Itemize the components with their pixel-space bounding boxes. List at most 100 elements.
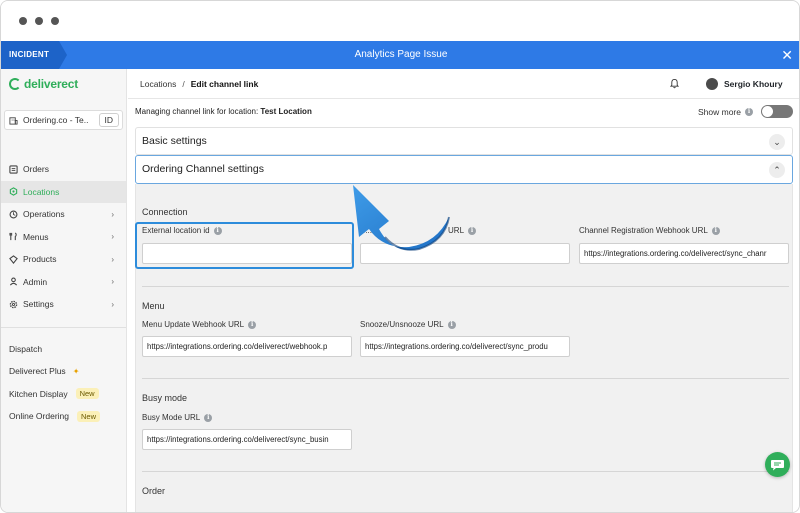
avatar: [706, 78, 718, 90]
menu-update-webhook-label: Menu Update Webhook URL i: [142, 320, 257, 329]
info-icon[interactable]: i: [711, 226, 720, 235]
window-maximize-dot[interactable]: [51, 17, 59, 25]
pointer-arrow-icon: [353, 185, 450, 251]
snooze-url-input[interactable]: [360, 336, 570, 357]
label-text: Snooze/Unsnooze URL: [360, 320, 444, 329]
busy-mode-url-input[interactable]: [142, 429, 352, 450]
sidebar-item-label: Dispatch: [9, 343, 43, 354]
sidebar-item-label: Orders: [23, 164, 49, 175]
busy-mode-url-label: Busy Mode URL i: [142, 413, 213, 422]
sidebar-item-kitchen-display[interactable]: Kitchen Display New: [1, 383, 126, 406]
sidebar-item-menus[interactable]: Menus ›: [1, 226, 126, 249]
operations-icon: [9, 210, 18, 219]
main-content: Managing channel link for location: Test…: [128, 99, 799, 512]
breadcrumb-current: Edit channel link: [190, 79, 259, 89]
sidebar-item-label: Locations: [23, 186, 60, 197]
window-minimize-dot[interactable]: [35, 17, 43, 25]
info-icon[interactable]: i: [204, 413, 213, 422]
basic-settings-title: Basic settings: [142, 135, 207, 147]
info-icon[interactable]: i: [447, 320, 456, 329]
new-badge: New: [77, 410, 101, 422]
chat-button[interactable]: [765, 452, 790, 477]
label-text: Menu Update Webhook URL: [142, 320, 245, 329]
location-selector[interactable]: Ordering.co - Te... ID: [4, 110, 123, 130]
breadcrumb-separator: /: [182, 79, 185, 89]
ordering-channel-settings-section[interactable]: Ordering Channel settings ⌃: [135, 155, 793, 184]
menus-icon: [9, 232, 17, 241]
admin-icon: [9, 277, 18, 286]
sidebar-item-label: Operations: [23, 209, 65, 220]
chevron-down-icon[interactable]: ⌄: [769, 134, 785, 150]
breadcrumb-locations-link[interactable]: Locations: [140, 79, 176, 89]
sidebar-item-dispatch[interactable]: Dispatch: [1, 338, 126, 361]
sidebar-item-label: Settings: [23, 299, 54, 310]
orders-icon: [9, 165, 18, 174]
managing-prefix: Managing channel link for location:: [135, 107, 259, 116]
chevron-up-icon[interactable]: ⌃: [769, 162, 785, 178]
sidebar-item-deliverect-plus[interactable]: Deliverect Plus ✦: [1, 360, 126, 383]
info-icon[interactable]: i: [745, 107, 753, 116]
location-icon: [9, 187, 18, 196]
sidebar-divider: [1, 316, 126, 328]
user-name: Sergio Khoury: [724, 79, 783, 89]
menu-heading: Menu: [142, 301, 165, 311]
chevron-right-icon: ›: [111, 277, 114, 287]
sidebar-item-products[interactable]: Products ›: [1, 248, 126, 271]
brand-name: deliverect: [24, 77, 79, 91]
sidebar-item-admin[interactable]: Admin ›: [1, 271, 126, 294]
sidebar-item-settings[interactable]: Settings ›: [1, 293, 126, 316]
chevron-right-icon: ›: [111, 209, 114, 219]
info-icon[interactable]: i: [248, 320, 257, 329]
sidebar-item-label: Products: [23, 254, 57, 265]
chat-icon: [771, 460, 784, 471]
breadcrumb: Locations / Edit channel link: [140, 69, 258, 99]
sidebar-item-label: Menus: [23, 231, 49, 242]
chevron-right-icon: ›: [111, 299, 114, 309]
divider: [142, 286, 789, 287]
show-more-toggle[interactable]: [761, 105, 793, 118]
top-bar: Locations / Edit channel link Sergio Khour…: [128, 69, 799, 99]
incident-title[interactable]: Analytics Page Issue: [1, 41, 799, 69]
sidebar-item-label: Deliverect Plus: [9, 366, 66, 377]
channel-registration-webhook-label: Channel Registration Webhook URL i: [579, 226, 720, 235]
sidebar-item-label: Admin: [23, 276, 48, 287]
sidebar-item-operations[interactable]: Operations ›: [1, 203, 126, 226]
label-text: Busy Mode URL: [142, 413, 201, 422]
gear-icon: [9, 300, 18, 309]
divider: [142, 471, 789, 472]
ordering-channel-settings-title: Ordering Channel settings: [142, 163, 264, 175]
sidebar-item-orders[interactable]: Orders: [1, 158, 126, 181]
new-badge: New: [75, 388, 99, 400]
incident-banner: INCIDENT Analytics Page Issue ✕: [1, 41, 799, 69]
user-menu[interactable]: Sergio Khoury: [706, 69, 783, 99]
external-location-id-highlight: [135, 222, 354, 269]
brand-logo[interactable]: deliverect: [9, 77, 78, 91]
connection-heading: Connection: [142, 207, 188, 217]
order-heading: Order: [142, 486, 166, 496]
window-close-dot[interactable]: [19, 17, 27, 25]
app-window: INCIDENT Analytics Page Issue ✕ delivere…: [0, 0, 800, 513]
chevron-right-icon: ›: [111, 254, 114, 264]
managing-location-name: Test Location: [260, 107, 312, 116]
managing-location-text: Managing channel link for location: Test…: [135, 107, 312, 116]
basic-settings-section[interactable]: Basic settings ⌄: [135, 127, 793, 155]
divider: [142, 378, 789, 379]
close-icon[interactable]: ✕: [781, 41, 793, 69]
sidebar-item-locations[interactable]: Locations: [1, 180, 126, 203]
location-selector-value: Ordering.co - Te...: [23, 115, 89, 125]
sidebar-nav: Orders Locations Operations › Menus › Pr…: [1, 158, 126, 428]
show-more-label: Show more: [698, 106, 741, 117]
sidebar: deliverect Ordering.co - Te... ID Orders…: [1, 69, 127, 512]
channel-registration-webhook-input[interactable]: [579, 243, 789, 264]
sidebar-item-label: Online Ordering: [9, 411, 70, 422]
info-icon[interactable]: i: [468, 226, 477, 235]
window-chrome: [1, 1, 799, 41]
busy-mode-heading: Busy mode: [142, 393, 188, 403]
sidebar-item-label: Kitchen Display: [9, 388, 68, 399]
location-id-button[interactable]: ID: [98, 113, 119, 127]
label-text: Channel Registration Webhook URL: [579, 226, 708, 235]
menu-update-webhook-input[interactable]: [142, 336, 352, 357]
bell-icon[interactable]: [670, 78, 679, 89]
store-icon: [9, 116, 18, 125]
sidebar-item-online-ordering[interactable]: Online Ordering New: [1, 405, 126, 428]
